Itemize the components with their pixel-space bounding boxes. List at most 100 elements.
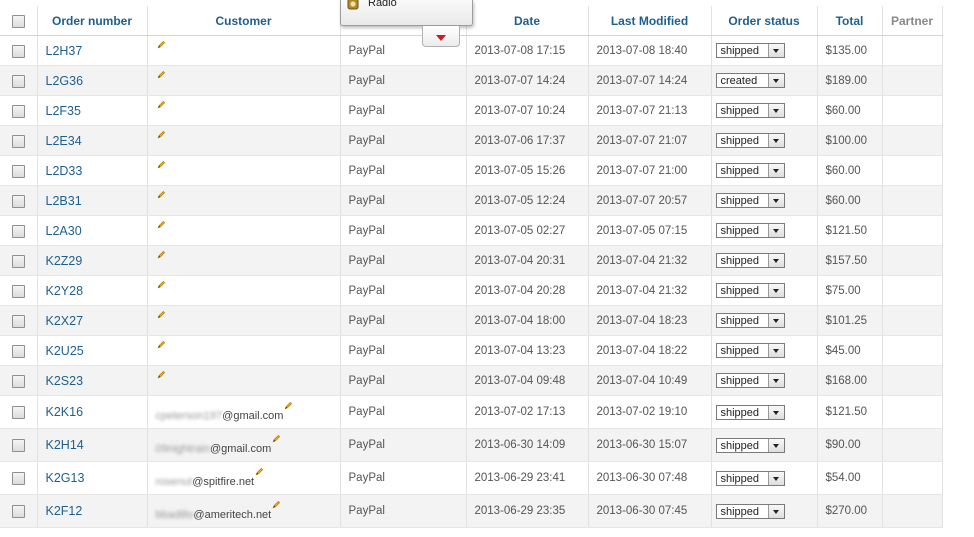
chevron-down-icon[interactable]: [767, 314, 784, 328]
column-header-customer[interactable]: Customer: [147, 6, 341, 36]
order-status-select[interactable]: shipped: [715, 163, 785, 179]
pencil-icon[interactable]: [272, 500, 281, 509]
row-checkbox[interactable]: [11, 439, 25, 453]
order-number-link[interactable]: K2F12: [46, 504, 83, 518]
order-number-link[interactable]: L2G36: [46, 74, 84, 88]
table-row[interactable]: L2G36 PayPal 2013-07-07 14:24 2013-07-07 14…: [0, 65, 943, 96]
table-row[interactable]: L2B31 PayPal 2013-07-05 12:24 2013-07-07 20…: [0, 185, 943, 216]
pencil-icon[interactable]: [157, 40, 166, 49]
chevron-down-icon[interactable]: [767, 471, 784, 485]
row-checkbox[interactable]: [11, 194, 25, 208]
order-status-select[interactable]: shipped: [715, 103, 785, 119]
table-row[interactable]: L2H37 PayPal 2013-07-08 17:15 2013-07-08 18…: [0, 35, 943, 66]
chevron-down-icon[interactable]: [767, 44, 784, 58]
order-number-link[interactable]: K2X27: [46, 314, 84, 328]
pencil-icon[interactable]: [284, 401, 293, 410]
table-row[interactable]: K2Y28 PayPal 2013-07-04 20:28 2013-07-04 21…: [0, 275, 943, 306]
row-checkbox[interactable]: [11, 164, 25, 178]
table-row[interactable]: K2X27 PayPal 2013-07-04 18:00 2013-07-04 18…: [0, 305, 943, 336]
chevron-down-icon[interactable]: [767, 405, 784, 419]
column-header-order-number[interactable]: Order number: [37, 6, 148, 36]
order-status-select[interactable]: shipped: [715, 43, 785, 59]
row-checkbox[interactable]: [11, 254, 25, 268]
pencil-icon[interactable]: [272, 434, 281, 443]
pencil-icon[interactable]: [255, 467, 264, 476]
order-number-link[interactable]: K2H14: [46, 438, 84, 452]
pencil-icon[interactable]: [157, 190, 166, 199]
chevron-down-icon[interactable]: [767, 194, 784, 208]
pencil-icon[interactable]: [157, 370, 166, 379]
row-checkbox[interactable]: [11, 472, 25, 486]
row-checkbox[interactable]: [11, 505, 25, 519]
table-row[interactable]: K2F12 bbadillo@ameritech.net PayPal 2013-06…: [0, 494, 943, 528]
table-row[interactable]: K2K16 cpeterson197@gmail.com PayPal 2013-07…: [0, 395, 943, 429]
row-checkbox[interactable]: [11, 74, 25, 88]
chevron-down-icon[interactable]: [767, 224, 784, 238]
order-number-link[interactable]: K2G13: [46, 471, 85, 485]
table-row[interactable]: L2D33 PayPal 2013-07-05 15:26 2013-07-07 21…: [0, 155, 943, 186]
order-number-link[interactable]: L2E34: [46, 134, 82, 148]
chevron-down-icon[interactable]: [767, 254, 784, 268]
row-checkbox[interactable]: [11, 406, 25, 420]
table-row[interactable]: K2G13 rosenut@spitfire.net PayPal 2013-06-2…: [0, 461, 943, 495]
chevron-down-icon[interactable]: [767, 374, 784, 388]
order-status-select[interactable]: shipped: [715, 133, 785, 149]
row-checkbox[interactable]: [11, 284, 25, 298]
pencil-icon[interactable]: [157, 130, 166, 139]
row-checkbox[interactable]: [11, 134, 25, 148]
order-status-select[interactable]: shipped: [715, 437, 785, 453]
order-status-select[interactable]: shipped: [715, 193, 785, 209]
row-checkbox[interactable]: [11, 224, 25, 238]
table-row[interactable]: K2H14 09nightrain@gmail.com PayPal 2013-06-…: [0, 428, 943, 462]
chevron-down-icon[interactable]: [767, 104, 784, 118]
chevron-down-icon[interactable]: [767, 344, 784, 358]
column-header-order-status[interactable]: Order status: [711, 6, 818, 36]
table-row[interactable]: K2U25 PayPal 2013-07-04 13:23 2013-07-04 18…: [0, 335, 943, 366]
popup-toggle-button[interactable]: [422, 26, 460, 47]
order-number-link[interactable]: L2F35: [46, 104, 81, 118]
order-number-link[interactable]: K2U25: [46, 344, 84, 358]
chevron-down-icon[interactable]: [767, 438, 784, 452]
order-status-select[interactable]: shipped: [715, 373, 785, 389]
order-number-link[interactable]: K2S23: [46, 374, 84, 388]
order-status-select[interactable]: shipped: [715, 253, 785, 269]
pencil-icon[interactable]: [157, 160, 166, 169]
column-header-total[interactable]: Total: [817, 6, 883, 36]
table-row[interactable]: L2E34 PayPal 2013-07-06 17:37 2013-07-07 21…: [0, 125, 943, 156]
order-number-link[interactable]: K2Y28: [46, 284, 84, 298]
order-status-select[interactable]: shipped: [715, 404, 785, 420]
order-status-select[interactable]: shipped: [715, 503, 785, 519]
pencil-icon[interactable]: [157, 220, 166, 229]
table-row[interactable]: K2S23 PayPal 2013-07-04 09:48 2013-07-04 10…: [0, 365, 943, 396]
select-all-checkbox[interactable]: [11, 14, 25, 28]
order-status-select[interactable]: created: [715, 73, 785, 89]
row-checkbox[interactable]: [11, 374, 25, 388]
chevron-down-icon[interactable]: [767, 74, 784, 88]
order-status-select[interactable]: shipped: [715, 343, 785, 359]
column-header-date[interactable]: Date: [466, 6, 589, 36]
order-status-select[interactable]: shipped: [715, 470, 785, 486]
order-number-link[interactable]: L2D33: [46, 164, 83, 178]
row-checkbox[interactable]: [11, 44, 25, 58]
order-number-link[interactable]: L2H37: [46, 44, 83, 58]
chevron-down-icon[interactable]: [767, 504, 784, 518]
order-number-link[interactable]: K2K16: [46, 405, 84, 419]
pencil-icon[interactable]: [157, 310, 166, 319]
row-checkbox[interactable]: [11, 314, 25, 328]
row-checkbox[interactable]: [11, 104, 25, 118]
column-header-last-modified[interactable]: Last Modified: [588, 6, 712, 36]
order-number-link[interactable]: L2A30: [46, 224, 82, 238]
table-row[interactable]: L2F35 PayPal 2013-07-07 10:24 2013-07-07 21…: [0, 95, 943, 126]
order-number-link[interactable]: K2Z29: [46, 254, 83, 268]
order-status-select[interactable]: shipped: [715, 313, 785, 329]
pencil-icon[interactable]: [157, 340, 166, 349]
pencil-icon[interactable]: [157, 70, 166, 79]
chevron-down-icon[interactable]: [767, 134, 784, 148]
chevron-down-icon[interactable]: [767, 164, 784, 178]
table-row[interactable]: K2Z29 PayPal 2013-07-04 20:31 2013-07-04 21…: [0, 245, 943, 276]
order-status-select[interactable]: shipped: [715, 223, 785, 239]
pencil-icon[interactable]: [157, 250, 166, 259]
order-status-select[interactable]: shipped: [715, 283, 785, 299]
table-row[interactable]: L2A30 PayPal 2013-07-05 02:27 2013-07-05 07…: [0, 215, 943, 246]
pencil-icon[interactable]: [157, 100, 166, 109]
